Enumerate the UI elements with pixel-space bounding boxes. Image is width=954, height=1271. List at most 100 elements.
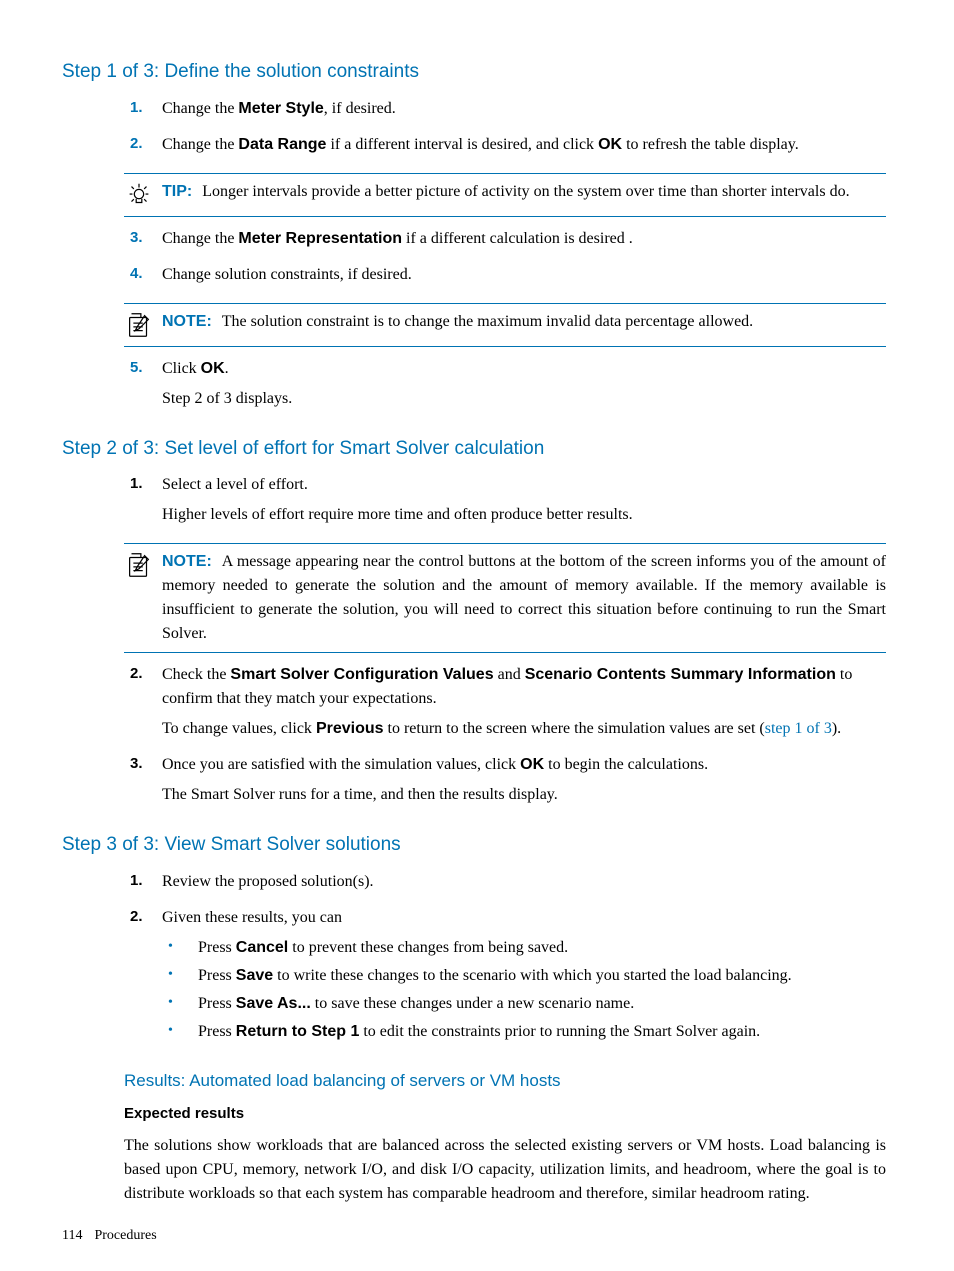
list-body: Review the proposed solution(s). — [162, 870, 886, 900]
text: if a different calculation is desired . — [402, 230, 633, 247]
step1-heading: Step 1 of 3: Define the solution constra… — [62, 58, 886, 87]
list-number: 3. — [124, 227, 162, 257]
text: Press — [198, 967, 236, 984]
text: to save these changes under a new scenar… — [311, 995, 634, 1012]
list-body: Once you are satisfied with the simulati… — [162, 753, 886, 813]
text: Change the — [162, 100, 238, 117]
bullet-dot: • — [162, 936, 198, 960]
step1-list: 1. Change the Meter Style, if desired. 2… — [124, 97, 886, 163]
bold-text: OK — [520, 756, 544, 773]
list-number: 2. — [124, 133, 162, 163]
list-number: 3. — [124, 753, 162, 813]
text: Given these results, you can — [162, 906, 886, 930]
text: Press — [198, 995, 236, 1012]
note-icon — [124, 550, 162, 580]
list-body: Change the Meter Representation if a dif… — [162, 227, 886, 257]
text: Change solution constraints, if desired. — [162, 263, 886, 287]
bold-text: Smart Solver Configuration Values — [230, 666, 493, 683]
list-body: Given these results, you can •Press Canc… — [162, 906, 886, 1048]
text: Longer intervals provide a better pictur… — [202, 183, 849, 200]
results-text: The solutions show workloads that are ba… — [124, 1134, 886, 1206]
note-icon — [124, 310, 162, 340]
expected-results-heading: Expected results — [124, 1103, 886, 1126]
text: to prevent these changes from being save… — [288, 939, 568, 956]
text: to return to the screen where the simula… — [384, 720, 765, 737]
bold-text: Save — [236, 967, 273, 984]
text: to write these changes to the scenario w… — [273, 967, 792, 984]
step3-item-2: 2. Given these results, you can •Press C… — [124, 906, 886, 1048]
text: Change the — [162, 230, 238, 247]
step1-item-5: 5. Click OK. Step 2 of 3 displays. — [124, 357, 886, 417]
bullet-list: •Press Cancel to prevent these changes f… — [162, 936, 886, 1044]
list-number: 1. — [124, 97, 162, 127]
text: Once you are satisfied with the simulati… — [162, 756, 520, 773]
step1-item-1: 1. Change the Meter Style, if desired. — [124, 97, 886, 127]
step2-item-3: 3. Once you are satisfied with the simul… — [124, 753, 886, 813]
text: , if desired. — [324, 100, 396, 117]
link-step1[interactable]: step 1 of 3 — [765, 720, 832, 737]
text: The Smart Solver runs for a time, and th… — [162, 783, 886, 807]
note-text: NOTE:The solution constraint is to chang… — [162, 310, 886, 334]
bold-text: Meter Style — [238, 100, 323, 117]
step2-item-1: 1. Select a level of effort. Higher leve… — [124, 473, 886, 533]
list-number: 2. — [124, 906, 162, 1048]
list-body: Change the Data Range if a different int… — [162, 133, 886, 163]
list-body: Click OK. Step 2 of 3 displays. — [162, 357, 886, 417]
bullet-item: •Press Cancel to prevent these changes f… — [162, 936, 886, 960]
step2-heading: Step 2 of 3: Set level of effort for Sma… — [62, 435, 886, 464]
list-number: 4. — [124, 263, 162, 293]
text: Press — [198, 939, 236, 956]
page-number: 114 — [62, 1228, 82, 1243]
note-label: NOTE: — [162, 313, 222, 330]
text: To change values, click — [162, 720, 316, 737]
step3-heading: Step 3 of 3: View Smart Solver solutions — [62, 831, 886, 860]
results-heading: Results: Automated load balancing of ser… — [124, 1068, 886, 1094]
list-number: 2. — [124, 663, 162, 747]
text: A message appearing near the control but… — [162, 553, 886, 642]
bullet-dot: • — [162, 1020, 198, 1044]
bold-text: Save As... — [236, 995, 311, 1012]
section-name: Procedures — [94, 1228, 156, 1243]
text: Review the proposed solution(s). — [162, 870, 886, 894]
list-number: 5. — [124, 357, 162, 417]
list-body: Check the Smart Solver Configuration Val… — [162, 663, 886, 747]
bold-text: Previous — [316, 720, 384, 737]
list-body: Change the Meter Style, if desired. — [162, 97, 886, 127]
bullet-dot: • — [162, 964, 198, 988]
bold-text: Cancel — [236, 939, 288, 956]
text: Change the — [162, 136, 238, 153]
step2-list: 1. Select a level of effort. Higher leve… — [124, 473, 886, 533]
text: Select a level of effort. — [162, 473, 886, 497]
bold-text: OK — [201, 360, 225, 377]
list-body: Change solution constraints, if desired. — [162, 263, 886, 293]
step1-list-cont2: 5. Click OK. Step 2 of 3 displays. — [124, 357, 886, 417]
step1-item-4: 4. Change solution constraints, if desir… — [124, 263, 886, 293]
bold-text: OK — [598, 136, 622, 153]
note-label: NOTE: — [162, 553, 222, 570]
list-body: Select a level of effort. Higher levels … — [162, 473, 886, 533]
text: and — [494, 666, 525, 683]
text: ). — [832, 720, 841, 737]
tip-text: TIP:Longer intervals provide a better pi… — [162, 180, 886, 204]
bold-text: Data Range — [238, 136, 326, 153]
step1-item-2: 2. Change the Data Range if a different … — [124, 133, 886, 163]
step1-item-3: 3. Change the Meter Representation if a … — [124, 227, 886, 257]
text: Click — [162, 360, 201, 377]
step2-list-cont: 2. Check the Smart Solver Configuration … — [124, 663, 886, 813]
text: Press — [198, 1023, 236, 1040]
text: Step 2 of 3 displays. — [162, 387, 886, 411]
page-footer: 114 Procedures — [62, 1225, 157, 1246]
text: to edit the constraints prior to running… — [359, 1023, 760, 1040]
bold-text: Return to Step 1 — [236, 1023, 360, 1040]
note-callout: NOTE:A message appearing near the contro… — [124, 543, 886, 653]
step2-item-2: 2. Check the Smart Solver Configuration … — [124, 663, 886, 747]
step3-item-1: 1. Review the proposed solution(s). — [124, 870, 886, 900]
bullet-item: •Press Return to Step 1 to edit the cons… — [162, 1020, 886, 1044]
note-text: NOTE:A message appearing near the contro… — [162, 550, 886, 646]
tip-icon — [124, 180, 162, 210]
tip-callout: TIP:Longer intervals provide a better pi… — [124, 173, 886, 217]
list-number: 1. — [124, 473, 162, 533]
text: Higher levels of effort require more tim… — [162, 503, 886, 527]
tip-label: TIP: — [162, 183, 202, 200]
note-callout: NOTE:The solution constraint is to chang… — [124, 303, 886, 347]
